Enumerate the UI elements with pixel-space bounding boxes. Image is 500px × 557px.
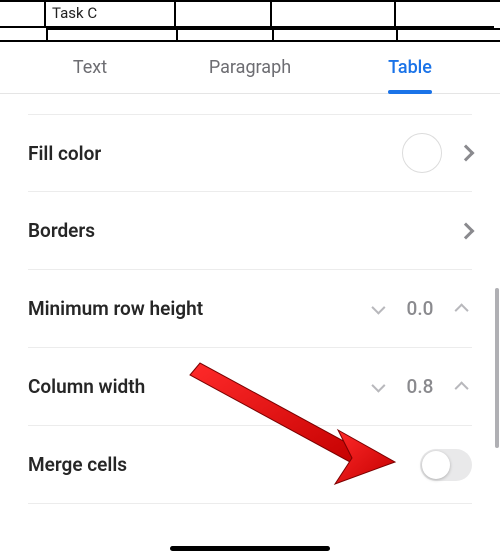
column-width-stepper: 0.8 xyxy=(368,375,472,398)
doc-cell-text: Task C xyxy=(52,4,97,22)
chevron-up-icon xyxy=(455,381,469,395)
document-table-fragment: Task C xyxy=(0,0,500,42)
table-options-panel: Fill color Borders Minimum row height 0.… xyxy=(0,114,500,504)
home-indicator xyxy=(170,546,330,551)
chevron-right-icon xyxy=(458,222,475,239)
row-label: Fill color xyxy=(28,142,101,165)
toggle-knob xyxy=(422,451,450,479)
tab-label: Text xyxy=(73,57,107,78)
row-min-row-height: Minimum row height 0.0 xyxy=(28,270,472,348)
stepper-value: 0.8 xyxy=(404,375,436,398)
min-row-height-stepper: 0.0 xyxy=(368,297,472,320)
doc-cell-empty-1[interactable] xyxy=(176,0,272,28)
chevron-right-icon xyxy=(458,145,475,162)
row-label: Merge cells xyxy=(28,453,127,476)
doc-cell-left-gutter xyxy=(0,0,46,28)
row-label: Borders xyxy=(28,219,95,242)
row-borders[interactable]: Borders xyxy=(28,192,472,270)
increment-button[interactable] xyxy=(454,378,472,396)
merge-cells-toggle[interactable] xyxy=(420,449,472,481)
row-merge-cells: Merge cells xyxy=(28,426,472,504)
format-tabs: Text Paragraph Table xyxy=(0,42,500,94)
doc-cell-empty-2[interactable] xyxy=(272,0,396,28)
row-fill-color[interactable]: Fill color xyxy=(28,114,472,192)
fill-color-swatch[interactable] xyxy=(402,133,442,173)
row-label: Minimum row height xyxy=(28,297,203,320)
tab-label: Table xyxy=(388,57,432,78)
tab-label: Paragraph xyxy=(209,57,291,78)
doc-cell-task[interactable]: Task C xyxy=(46,0,176,28)
chevron-up-icon xyxy=(455,303,469,317)
chevron-down-icon xyxy=(371,378,385,392)
tab-table[interactable]: Table xyxy=(330,42,490,93)
row-column-width: Column width 0.8 xyxy=(28,348,472,426)
scrollbar[interactable] xyxy=(495,288,499,448)
tab-text[interactable]: Text xyxy=(10,42,170,93)
tab-paragraph[interactable]: Paragraph xyxy=(170,42,330,93)
stepper-value: 0.0 xyxy=(404,297,436,320)
increment-button[interactable] xyxy=(454,300,472,318)
decrement-button[interactable] xyxy=(368,300,386,318)
row-label: Column width xyxy=(28,375,145,398)
doc-cell-empty-3[interactable] xyxy=(396,0,494,28)
decrement-button[interactable] xyxy=(368,378,386,396)
chevron-down-icon xyxy=(371,300,385,314)
